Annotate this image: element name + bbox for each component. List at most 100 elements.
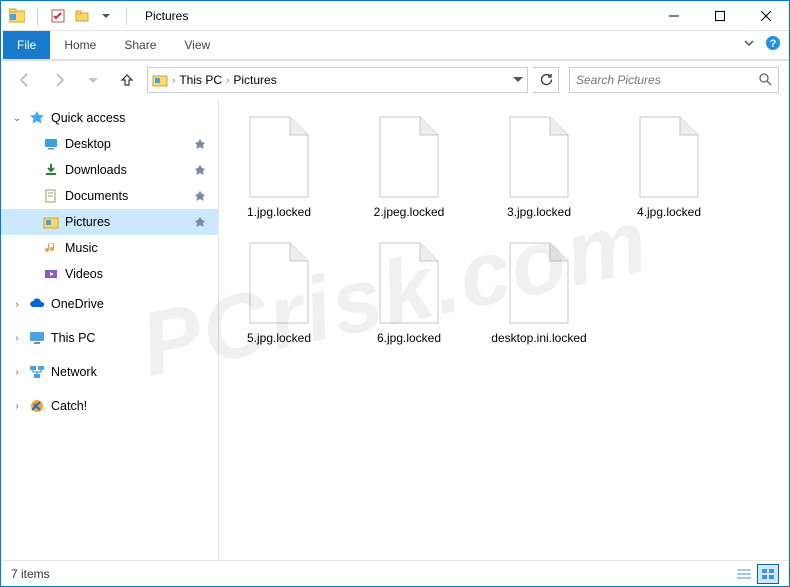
catch-icon xyxy=(29,398,45,414)
window-title: Pictures xyxy=(145,9,188,23)
sidebar-item-desktop[interactable]: Desktop xyxy=(1,131,218,157)
status-item-count: 7 items xyxy=(11,567,50,581)
view-details-button[interactable] xyxy=(733,564,755,584)
address-dropdown-icon[interactable] xyxy=(513,73,523,87)
file-item[interactable]: 1.jpg.locked xyxy=(229,113,329,219)
address-location-icon xyxy=(152,72,168,88)
sidebar-item-downloads[interactable]: Downloads xyxy=(1,157,218,183)
chevron-right-icon[interactable]: › xyxy=(11,401,23,412)
maximize-button[interactable] xyxy=(697,1,743,31)
up-button[interactable] xyxy=(113,66,141,94)
minimize-button[interactable] xyxy=(651,1,697,31)
pc-icon xyxy=(29,330,45,346)
sidebar-item-label: Documents xyxy=(65,189,128,203)
ribbon-expand-icon[interactable] xyxy=(743,36,755,54)
search-placeholder: Search Pictures xyxy=(576,73,758,87)
recent-dropdown[interactable] xyxy=(79,66,107,94)
file-item[interactable]: 2.jpeg.locked xyxy=(359,113,459,219)
file-icon xyxy=(372,239,446,327)
navbar: › This PC › Pictures Search Pictures xyxy=(1,61,789,99)
sidebar-item-videos[interactable]: Videos xyxy=(1,261,218,287)
pin-icon xyxy=(194,138,206,150)
sidebar-item-pictures[interactable]: Pictures xyxy=(1,209,218,235)
file-name: 2.jpeg.locked xyxy=(374,205,445,219)
sidebar-label: Network xyxy=(51,365,97,379)
breadcrumb-thispc[interactable]: This PC xyxy=(179,73,222,87)
file-icon xyxy=(502,239,576,327)
sidebar-item-onedrive[interactable]: › OneDrive xyxy=(1,291,218,317)
breadcrumb-pictures[interactable]: Pictures xyxy=(233,73,276,87)
file-name: 1.jpg.locked xyxy=(247,205,311,219)
ribbon-file-tab[interactable]: File xyxy=(3,31,50,59)
onedrive-icon xyxy=(29,296,45,312)
music-icon xyxy=(43,240,59,256)
chevron-right-icon[interactable]: › xyxy=(226,75,229,86)
pictures-icon xyxy=(43,214,59,230)
sidebar-label: Catch! xyxy=(51,399,87,413)
documents-icon xyxy=(43,188,59,204)
sidebar-label: Quick access xyxy=(51,111,125,125)
ribbon-tab-view[interactable]: View xyxy=(170,31,224,59)
sidebar-item-music[interactable]: Music xyxy=(1,235,218,261)
svg-text:?: ? xyxy=(770,38,777,50)
ribbon: File Home Share View ? xyxy=(1,31,789,59)
pin-icon xyxy=(194,190,206,202)
sidebar-item-thispc[interactable]: › This PC xyxy=(1,325,218,351)
desktop-icon xyxy=(43,136,59,152)
network-icon xyxy=(29,364,45,380)
chevron-right-icon[interactable]: › xyxy=(11,299,23,310)
statusbar: 7 items xyxy=(1,560,789,586)
sidebar-item-label: Music xyxy=(65,241,98,255)
file-icon xyxy=(242,113,316,201)
file-item[interactable]: 5.jpg.locked xyxy=(229,239,329,345)
qat-properties-icon[interactable] xyxy=(50,8,66,24)
titlebar: Pictures xyxy=(1,1,789,31)
file-name: 5.jpg.locked xyxy=(247,331,311,345)
search-icon xyxy=(758,72,772,89)
file-icon xyxy=(502,113,576,201)
sidebar-item-label: Downloads xyxy=(65,163,127,177)
chevron-right-icon[interactable]: › xyxy=(11,333,23,344)
videos-icon xyxy=(43,266,59,282)
file-icon xyxy=(632,113,706,201)
sidebar-label: This PC xyxy=(51,331,95,345)
sidebar-item-label: Pictures xyxy=(65,215,110,229)
file-icon xyxy=(372,113,446,201)
sidebar-item-quick-access[interactable]: ⌄ Quick access xyxy=(1,105,218,131)
file-name: 4.jpg.locked xyxy=(637,205,701,219)
navigation-pane: ⌄ Quick access Desktop Downloads Documents… xyxy=(1,99,219,560)
pin-icon xyxy=(194,164,206,176)
file-list[interactable]: 1.jpg.locked 2.jpeg.locked 3.jpg.locked 4.j… xyxy=(219,99,789,560)
search-input[interactable]: Search Pictures xyxy=(569,67,779,93)
sidebar-item-documents[interactable]: Documents xyxy=(1,183,218,209)
sidebar-item-network[interactable]: › Network xyxy=(1,359,218,385)
back-button[interactable] xyxy=(11,66,39,94)
file-item[interactable]: 4.jpg.locked xyxy=(619,113,719,219)
chevron-right-icon[interactable]: › xyxy=(172,75,175,86)
close-button[interactable] xyxy=(743,1,789,31)
qat-newfolder-icon[interactable] xyxy=(74,8,90,24)
file-item[interactable]: 6.jpg.locked xyxy=(359,239,459,345)
sidebar-item-label: Desktop xyxy=(65,137,111,151)
forward-button[interactable] xyxy=(45,66,73,94)
sidebar-label: OneDrive xyxy=(51,297,104,311)
chevron-right-icon[interactable]: › xyxy=(11,367,23,378)
view-icons-button[interactable] xyxy=(757,564,779,584)
help-icon[interactable]: ? xyxy=(765,35,781,56)
file-item[interactable]: desktop.ini.locked xyxy=(489,239,589,345)
ribbon-tab-home[interactable]: Home xyxy=(50,31,110,59)
chevron-down-icon[interactable]: ⌄ xyxy=(11,113,23,124)
downloads-icon xyxy=(43,162,59,178)
qat-dropdown-icon[interactable] xyxy=(98,8,114,24)
star-icon xyxy=(29,110,45,126)
file-name: 3.jpg.locked xyxy=(507,205,571,219)
sidebar-item-label: Videos xyxy=(65,267,103,281)
address-bar[interactable]: › This PC › Pictures xyxy=(147,67,528,93)
file-item[interactable]: 3.jpg.locked xyxy=(489,113,589,219)
ribbon-tab-share[interactable]: Share xyxy=(110,31,170,59)
pin-icon xyxy=(194,216,206,228)
sidebar-item-catch[interactable]: › Catch! xyxy=(1,393,218,419)
refresh-button[interactable] xyxy=(533,67,559,93)
file-icon xyxy=(242,239,316,327)
explorer-icon xyxy=(9,8,25,24)
